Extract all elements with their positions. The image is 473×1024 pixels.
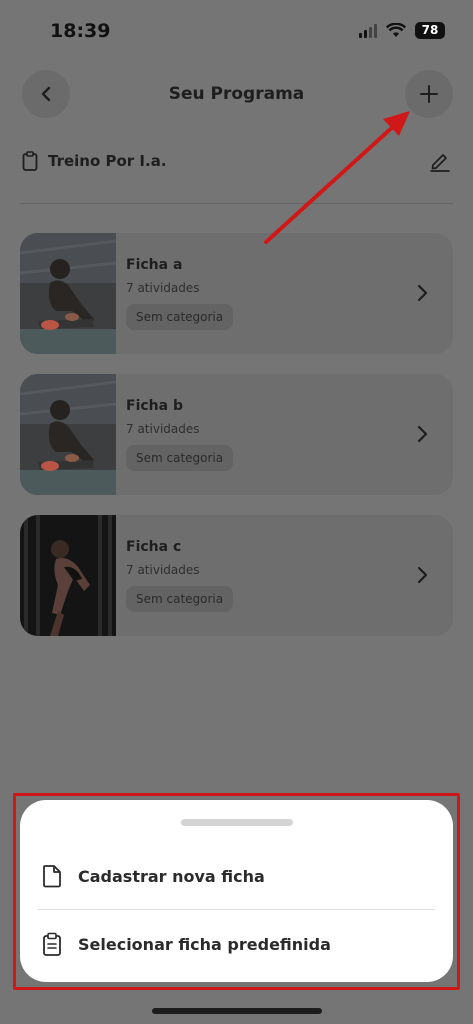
pencil-icon — [430, 154, 450, 172]
workout-title: Ficha b — [126, 398, 183, 414]
divider — [20, 203, 453, 204]
edit-program-button[interactable] — [427, 148, 453, 174]
status-time: 18:39 — [50, 20, 111, 42]
program-name: Treino Por I.a. — [48, 152, 167, 170]
select-predefined-workout-option[interactable]: Selecionar ficha predefinida — [40, 922, 433, 966]
category-chip: Sem categoria — [126, 445, 234, 471]
option-label: Selecionar ficha predefinida — [78, 934, 331, 954]
workout-thumbnail — [20, 233, 116, 354]
category-chip: Sem categoria — [126, 586, 234, 612]
program-row: Treino Por I.a. — [22, 148, 453, 174]
status-bar: 18:39 78 — [0, 0, 473, 60]
chevron-right-icon — [417, 425, 428, 443]
sheet-grabber[interactable] — [181, 819, 293, 826]
document-icon — [40, 862, 64, 890]
workout-thumbnail — [20, 515, 116, 636]
battery-indicator: 78 — [415, 22, 445, 39]
workout-activity-count: 7 atividades — [126, 422, 200, 436]
chevron-right-icon — [417, 566, 428, 584]
category-chip: Sem categoria — [126, 304, 234, 330]
workout-card[interactable]: Ficha b 7 atividades Sem categoria — [20, 374, 453, 495]
bottom-sheet: Cadastrar nova ficha Selecionar ficha pr… — [20, 800, 453, 982]
divider — [38, 909, 435, 910]
home-indicator — [152, 1008, 322, 1014]
workout-title: Ficha c — [126, 539, 182, 555]
wifi-icon — [386, 23, 406, 37]
clipboard-icon — [40, 930, 64, 958]
chevron-right-icon — [417, 284, 428, 302]
workout-activity-count: 7 atividades — [126, 563, 200, 577]
add-button[interactable] — [405, 70, 453, 118]
cellular-signal-icon — [359, 23, 377, 38]
page-title: Seu Programa — [168, 84, 305, 104]
new-workout-option[interactable]: Cadastrar nova ficha — [40, 854, 433, 898]
clipboard-icon — [22, 151, 38, 171]
workout-card[interactable]: Ficha a 7 atividades Sem categoria — [20, 233, 453, 354]
workout-title: Ficha a — [126, 257, 183, 273]
workout-card[interactable]: Ficha c 7 atividades Sem categoria — [20, 515, 453, 636]
option-label: Cadastrar nova ficha — [78, 866, 265, 886]
workout-thumbnail — [20, 374, 116, 495]
status-icons: 78 — [359, 22, 445, 39]
plus-icon — [420, 85, 438, 103]
workout-activity-count: 7 atividades — [126, 281, 200, 295]
